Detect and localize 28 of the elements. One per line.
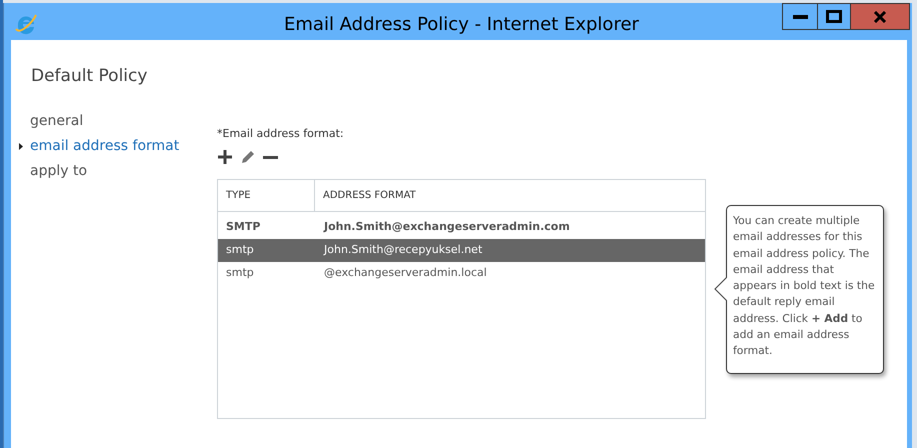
column-header: ADDRESS FORMAT: [323, 189, 416, 203]
nav-link[interactable]: apply to: [30, 161, 88, 182]
table-cell-text: smtp: [225, 242, 255, 258]
table-cell-text: John.Smith@recepyuksel.net: [322, 242, 482, 258]
table-row[interactable]: SMTP John.Smith@exchangeserveradmin.com: [218, 216, 705, 239]
edit-button[interactable]: [240, 149, 256, 165]
table-cell-text: SMTP: [225, 219, 262, 236]
column-header: TYPE: [226, 189, 251, 203]
minimize-button[interactable]: [782, 3, 818, 30]
add-button[interactable]: [217, 149, 233, 165]
add-icon: [217, 149, 233, 165]
table-cell-text: @exchangeserveradmin.local: [323, 265, 487, 282]
remove-icon: [263, 156, 278, 158]
close-button[interactable]: [851, 3, 910, 30]
help-text: You can create multiple email addresses for this email address policy. The email address that appears in bold text is the default reply email address. Click + Add to add an email address format.: [733, 213, 876, 360]
minimize-icon: [792, 14, 808, 18]
field-label: *Email address format:: [217, 126, 344, 142]
nav-link[interactable]: email address format: [30, 136, 180, 157]
table-row[interactable]: smtp John.Smith@recepyuksel.net: [218, 239, 705, 262]
pencil-icon: [240, 149, 256, 165]
window-title: Email Address Policy - Internet Explorer: [284, 13, 639, 37]
table-cell-text: smtp: [225, 265, 255, 282]
maximize-icon: [826, 10, 842, 23]
nav-link[interactable]: general: [30, 111, 84, 132]
table-cell-text: John.Smith@exchangeserveradmin.com: [322, 219, 570, 236]
table-row[interactable]: smtp @exchangeserveradmin.local: [218, 262, 705, 285]
close-icon: [873, 10, 887, 22]
page-title: Default Policy: [31, 65, 148, 88]
